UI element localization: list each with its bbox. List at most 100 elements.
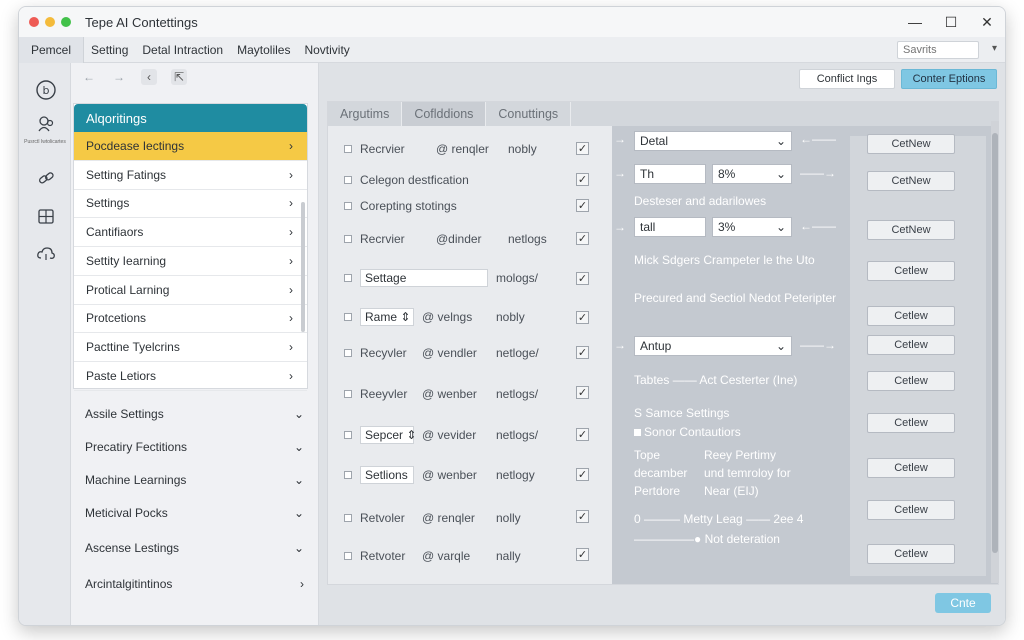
grid-icon[interactable] — [35, 205, 57, 227]
tables-label: Tabtes —— Act Cesterter (Ine) — [634, 373, 798, 387]
cloud-icon[interactable] — [35, 243, 57, 265]
row-check[interactable]: ✓ — [576, 468, 589, 481]
sidebar-scrollbar[interactable] — [301, 202, 305, 332]
search-dropdown-icon[interactable]: ▾ — [992, 43, 997, 54]
row-check[interactable]: ✓ — [576, 346, 589, 359]
row-check[interactable]: ✓ — [576, 173, 589, 186]
forward-arrow-icon[interactable]: → — [111, 69, 127, 85]
get-new-button[interactable]: Cetlew — [867, 306, 955, 326]
done-button[interactable]: Cnte — [935, 593, 991, 613]
row-checkbox[interactable] — [344, 145, 352, 153]
people-icon[interactable] — [35, 113, 57, 135]
row-checkbox[interactable] — [344, 349, 352, 357]
minimize-icon[interactable]: — — [897, 7, 933, 37]
section-item[interactable]: Precatiry Fectitions ⌄ — [71, 430, 318, 463]
previous-icon[interactable]: ‹ — [141, 69, 157, 85]
zoom-dot[interactable] — [61, 17, 71, 27]
menu-item-pemcel[interactable]: Pemcel — [19, 36, 85, 63]
sidebar-item[interactable]: Settity Iearning › — [74, 247, 307, 276]
get-new-button[interactable]: Cetlew — [867, 335, 955, 355]
get-new-button[interactable]: Cetlew — [867, 458, 955, 478]
back-arrow-icon[interactable]: ← — [81, 69, 97, 85]
sidebar-item[interactable]: Pocdease Iectings › — [74, 132, 307, 161]
row-check[interactable]: ✓ — [576, 510, 589, 523]
algorithms-header[interactable]: Alqoritings — [74, 104, 307, 132]
row-checkbox[interactable] — [344, 235, 352, 243]
row-checkbox[interactable] — [344, 202, 352, 210]
get-new-button[interactable]: CetNew — [867, 220, 955, 240]
row-check[interactable]: ✓ — [576, 311, 589, 324]
row-checkbox[interactable] — [344, 514, 352, 522]
row-text-field[interactable]: Settage — [360, 269, 488, 287]
sidebar-item[interactable]: Protical Larning › — [74, 276, 307, 305]
search-input[interactable] — [897, 41, 979, 59]
description-text: Precured and Sectiol Nedot Peteripter — [634, 291, 837, 305]
row-check[interactable]: ✓ — [576, 272, 589, 285]
tables-key: Tabtes — [634, 373, 670, 387]
row-select[interactable]: Sepcer ⇕ — [360, 426, 416, 444]
scrollbar-thumb[interactable] — [992, 133, 998, 553]
row-text-field[interactable]: Setlions — [360, 466, 414, 484]
sidebar-item[interactable]: Settings › — [74, 190, 307, 219]
close-dot[interactable] — [29, 17, 39, 27]
cursor-icon[interactable]: ⇱ — [171, 69, 187, 85]
detal-dropdown[interactable]: Detal ⌄ — [634, 131, 792, 151]
menu-item-maytoliles[interactable]: Maytoliles — [230, 37, 297, 63]
brand-circle-icon[interactable]: b — [35, 79, 57, 101]
row-option: @ renqler — [422, 511, 475, 525]
minimize-dot[interactable] — [45, 17, 55, 27]
th-percent-dropdown[interactable]: 8% ⌄ — [712, 164, 792, 184]
row-checkbox[interactable] — [344, 313, 352, 321]
row-checkbox[interactable] — [344, 274, 352, 282]
tab-argutims[interactable]: Argutims — [328, 102, 403, 126]
sidebar-item[interactable]: Paste Letiors › — [74, 362, 307, 391]
row-checkbox[interactable] — [344, 390, 352, 398]
get-new-button[interactable]: CetNew — [867, 171, 955, 191]
row-check[interactable]: ✓ — [576, 232, 589, 245]
dropdown-value: Antup — [640, 339, 672, 353]
get-new-button[interactable]: Cetlew — [867, 544, 955, 564]
section-item[interactable]: Assile Settings ⌄ — [71, 397, 318, 430]
sidebar-item[interactable]: Protcetions › — [74, 305, 307, 334]
menu-item-detal-intraction[interactable]: Detal Intraction — [135, 37, 230, 63]
antup-dropdown[interactable]: Antup ⌄ — [634, 336, 792, 356]
get-new-button[interactable]: Cetlew — [867, 500, 955, 520]
menu-item-setting[interactable]: Setting — [84, 37, 135, 63]
row-checkbox[interactable] — [344, 176, 352, 184]
options-button[interactable]: Conter Eptions — [901, 69, 997, 89]
sidebar-item[interactable]: Setting Fatings › — [74, 161, 307, 190]
sidebar-item[interactable]: Cantifiaors › — [74, 218, 307, 247]
get-new-button[interactable]: Cetlew — [867, 413, 955, 433]
row-checkbox[interactable] — [344, 431, 352, 439]
section-item[interactable]: Machine Learnings ⌄ — [71, 463, 318, 496]
conflict-button[interactable]: Conflict Ings — [799, 69, 895, 89]
row-check[interactable]: ✓ — [576, 199, 589, 212]
link-icon[interactable] — [35, 167, 57, 189]
th-field[interactable]: Th — [634, 164, 706, 184]
tab-conuttings[interactable]: Conuttings — [486, 102, 572, 126]
tall-percent-dropdown[interactable]: 3% ⌄ — [712, 217, 792, 237]
section-label: Assile Settings — [85, 406, 164, 421]
close-icon[interactable]: ✕ — [969, 7, 1005, 37]
tab-coflddions[interactable]: Coflddions — [402, 102, 487, 126]
get-new-button[interactable]: Cetlew — [867, 371, 955, 391]
row-checkbox[interactable] — [344, 471, 352, 479]
row-check[interactable]: ✓ — [576, 142, 589, 155]
row-checkbox[interactable] — [344, 552, 352, 560]
row-select[interactable]: Rame ⇕ — [360, 308, 414, 326]
icon-rail-label: Pusrctl Iwtolicartes — [24, 139, 66, 145]
metty-min: 0 — [634, 512, 641, 526]
menu-item-novtivity[interactable]: Novtivity — [297, 37, 356, 63]
row-check[interactable]: ✓ — [576, 548, 589, 561]
get-new-button[interactable]: Cetlew — [867, 261, 955, 281]
sidebar-item[interactable]: Pacttine Tyelcrins › — [74, 333, 307, 362]
section-item[interactable]: Meticival Pocks ⌄ — [71, 496, 318, 529]
section-item[interactable]: Ascense Lestings ⌄ — [71, 529, 318, 567]
section-item[interactable]: Arcintalgitintinos › — [71, 567, 318, 600]
get-new-button[interactable]: CetNew — [867, 134, 955, 154]
maximize-icon[interactable]: ☐ — [933, 7, 969, 37]
tall-field[interactable]: tall — [634, 217, 706, 237]
row-check[interactable]: ✓ — [576, 386, 589, 399]
content-scrollbar[interactable] — [991, 121, 999, 583]
row-check[interactable]: ✓ — [576, 428, 589, 441]
